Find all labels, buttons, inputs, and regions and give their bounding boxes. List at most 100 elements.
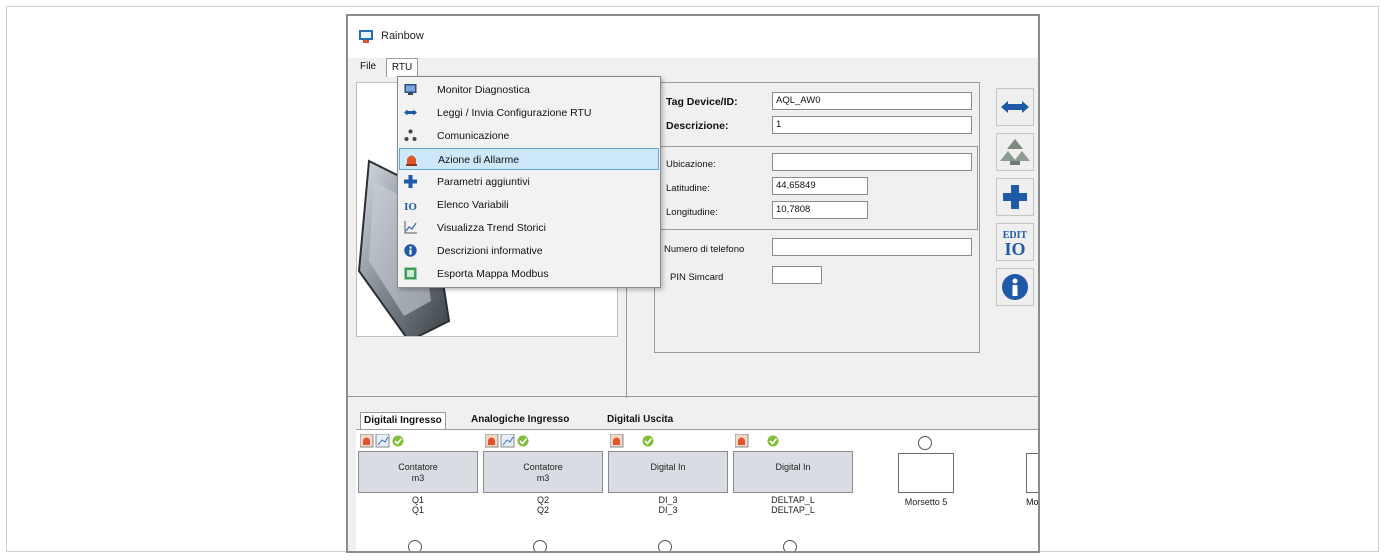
- menu-item-monitor-diagnostica[interactable]: Monitor Diagnostica: [399, 79, 659, 101]
- ok-icon: [392, 435, 404, 447]
- latitudine-input[interactable]: 44,65849: [772, 177, 868, 195]
- menu-item-azione-di-allarme[interactable]: Azione di Allarme: [399, 148, 659, 170]
- channel-tag: Q2: [536, 505, 549, 515]
- channel-tag: Q1: [411, 505, 424, 515]
- network-icon: [1000, 139, 1030, 165]
- trend-icon: [500, 434, 515, 448]
- longitudine-label: Longitudine:: [666, 207, 718, 218]
- read-send-config-button[interactable]: [996, 88, 1034, 126]
- channel-tag: Q2: [536, 495, 549, 505]
- export-icon: [404, 267, 417, 280]
- info-button[interactable]: [996, 268, 1034, 306]
- tab-digitali-uscita[interactable]: Digitali Uscita: [604, 412, 676, 430]
- right-toolbar: EDIT IO: [996, 88, 1036, 310]
- menu-item-label: Esporta Mappa Modbus: [437, 268, 549, 280]
- latitudine-label: Latitudine:: [666, 183, 710, 194]
- menu-item-comunicazione[interactable]: Comunicazione: [399, 125, 659, 147]
- rtu-dropdown-menu: Monitor Diagnostica Leggi / Invia Config…: [397, 76, 661, 288]
- transfer-arrows-icon: [1001, 101, 1029, 113]
- menu-item-label: Monitor Diagnostica: [437, 84, 530, 96]
- channel-radio[interactable]: [408, 540, 422, 551]
- ubicazione-input[interactable]: [772, 153, 972, 171]
- tab-analogiche-ingresso[interactable]: Analogiche Ingresso: [468, 412, 572, 430]
- channel-radio[interactable]: [533, 540, 547, 551]
- menu-item-label: Elenco Variabili: [437, 199, 509, 211]
- channel-button[interactable]: Contatore m3: [358, 451, 478, 493]
- channel-button[interactable]: Contatore m3: [483, 451, 603, 493]
- channel-status-icons: [610, 434, 654, 448]
- channel-button-line2: m3: [536, 473, 550, 483]
- network-icon: [404, 129, 417, 141]
- io-channel: Contatore m3 Q2 Q2: [481, 430, 605, 551]
- io-channel: Digital In DELTAP_L DELTAP_L: [731, 430, 855, 551]
- tag-device-input[interactable]: AQL_AW0: [772, 92, 972, 110]
- menu-item-label: Visualizza Trend Storici: [437, 222, 546, 234]
- pin-simcard-input[interactable]: [772, 266, 822, 284]
- svg-text:IO: IO: [1004, 239, 1025, 257]
- empty-slot-box[interactable]: [1026, 453, 1038, 493]
- app-window: Rainbow File RTU Tag Device/ID: AQL_AW0 …: [346, 14, 1040, 553]
- io-channel: Digital In DI_3 DI_3: [606, 430, 730, 551]
- window-title: Rainbow: [381, 30, 424, 42]
- ok-icon: [517, 435, 529, 447]
- alarm-icon: [406, 155, 417, 166]
- communication-button[interactable]: [996, 133, 1034, 171]
- menu-rtu[interactable]: RTU: [386, 58, 418, 77]
- menu-item-leggi-invia[interactable]: Leggi / Invia Configurazione RTU: [399, 102, 659, 124]
- empty-slot-label: Morsetto 5: [904, 497, 948, 507]
- telefono-label: Numero di telefono: [664, 244, 745, 255]
- channel-tag: DELTAP_L: [771, 495, 815, 505]
- svg-text:IO: IO: [404, 201, 417, 211]
- empty-slot-box[interactable]: [898, 453, 954, 493]
- alarm-icon: [610, 434, 624, 448]
- io-channel: Contatore m3 Q1 Q1: [356, 430, 480, 551]
- io-channels-panel: Contatore m3 Q1 Q1 Contatore m3 Q2 Q2 Di…: [356, 429, 1038, 551]
- descrizione-label: Descrizione:: [666, 120, 729, 132]
- channel-button-line2: m3: [411, 473, 425, 483]
- channel-button-line1: Contatore: [398, 462, 438, 472]
- telefono-input[interactable]: [772, 238, 972, 256]
- channel-button[interactable]: Digital In: [608, 451, 728, 493]
- info-icon: [1002, 274, 1028, 300]
- edit-io-button[interactable]: EDIT IO: [996, 223, 1034, 261]
- channel-button[interactable]: Digital In: [733, 451, 853, 493]
- alarm-icon: [360, 434, 374, 448]
- ok-icon: [767, 435, 779, 447]
- channel-button-line1: Digital In: [775, 462, 811, 472]
- channel-status-icons: [360, 434, 404, 448]
- descrizione-input[interactable]: 1: [772, 116, 972, 134]
- channel-status-icons: [735, 434, 779, 448]
- title-bar: Rainbow: [348, 16, 1038, 60]
- alarm-icon: [735, 434, 749, 448]
- menu-item-elenco-variabili[interactable]: IO Elenco Variabili: [399, 194, 659, 216]
- menu-bar: File RTU: [348, 58, 1038, 78]
- tab-digitali-ingresso[interactable]: Digitali Ingresso: [360, 412, 446, 430]
- monitor-icon: [404, 84, 417, 95]
- channel-button-line1: Contatore: [523, 462, 563, 472]
- tag-device-label: Tag Device/ID:: [666, 96, 738, 108]
- menu-item-visualizza-trend[interactable]: Visualizza Trend Storici: [399, 217, 659, 239]
- transfer-arrows-icon: [404, 109, 417, 116]
- channel-tag: DELTAP_L: [771, 505, 815, 515]
- menu-item-descrizioni-informative[interactable]: Descrizioni informative: [399, 240, 659, 262]
- longitudine-input[interactable]: 10,7808: [772, 201, 868, 219]
- menu-item-label: Azione di Allarme: [438, 154, 520, 166]
- channel-tag: Q1: [411, 495, 424, 505]
- slot-radio[interactable]: [918, 436, 932, 450]
- menu-file[interactable]: File: [360, 61, 376, 72]
- menu-item-label: Descrizioni informative: [437, 245, 543, 257]
- menu-item-parametri-aggiuntivi[interactable]: Parametri aggiuntivi: [399, 171, 659, 193]
- menu-item-label: Comunicazione: [437, 130, 510, 142]
- edit-io-icon: EDIT IO: [1003, 230, 1028, 257]
- info-icon: [404, 244, 417, 257]
- ubicazione-label: Ubicazione:: [666, 159, 716, 170]
- channel-radio[interactable]: [658, 540, 672, 551]
- plus-icon: [404, 175, 417, 188]
- additional-params-button[interactable]: [996, 178, 1034, 216]
- channel-tag: DI_3: [658, 505, 678, 515]
- plus-icon: [1003, 185, 1027, 209]
- menu-item-label: Parametri aggiuntivi: [437, 176, 530, 188]
- channel-radio[interactable]: [783, 540, 797, 551]
- io-list-icon: IO: [404, 201, 417, 211]
- menu-item-esporta-mappa-modbus[interactable]: Esporta Mappa Modbus: [399, 263, 659, 285]
